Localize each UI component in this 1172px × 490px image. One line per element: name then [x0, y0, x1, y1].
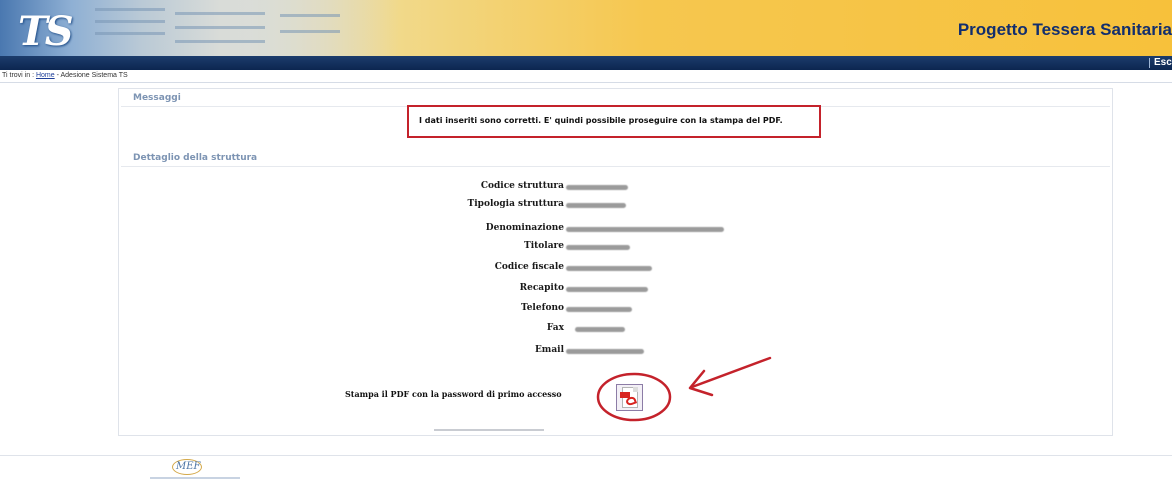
redacted-value [566, 185, 628, 190]
detail-row-recapito: Recapito [119, 283, 1114, 297]
message-box: I dati inseriti sono corretti. E' quindi… [407, 105, 821, 138]
detail-label: Telefono [521, 303, 564, 313]
detail-label: Codice struttura [480, 181, 564, 191]
print-pdf-label: Stampa il PDF con la password di primo a… [345, 389, 562, 399]
mef-logo-subline [150, 477, 240, 479]
detail-label: Email [534, 345, 564, 355]
detail-row-codice-struttura: Codice struttura [119, 181, 1114, 195]
detail-label: Denominazione [485, 223, 564, 233]
app-header: TS Progetto Tessera Sanitaria [0, 0, 1172, 56]
breadcrumb: Ti trovi in : Home - Adesione Sistema TS [2, 72, 128, 79]
pdf-icon [620, 387, 638, 408]
redacted-value [566, 266, 652, 271]
detail-label: Tipologia struttura [467, 199, 564, 209]
footer-divider [0, 455, 1172, 456]
redacted-value [566, 307, 632, 312]
detail-label: Fax [546, 323, 564, 333]
ts-logo: TS [18, 8, 74, 55]
breadcrumb-home-link[interactable]: Home [36, 72, 55, 79]
detail-label: Codice fiscale [494, 262, 564, 272]
detail-row-tipologia-struttura: Tipologia struttura [119, 199, 1114, 213]
exit-link[interactable]: Esci [1154, 56, 1172, 70]
breadcrumb-divider [0, 82, 1172, 83]
messages-section-title: Messaggi [133, 93, 181, 103]
mef-logo: MEF [150, 459, 240, 487]
detail-row-titolare: Titolare [119, 241, 1114, 255]
detail-label: Titolare [524, 241, 564, 251]
detail-row-denominazione: Denominazione [119, 223, 1114, 237]
detail-label: Recapito [519, 283, 564, 293]
detail-row-telefono: Telefono [119, 303, 1114, 317]
redacted-value [566, 287, 648, 292]
main-panel: Messaggi I dati inseriti sono corretti. … [118, 88, 1113, 436]
app-title: Progetto Tessera Sanitaria [957, 20, 1172, 39]
panel-bottom-mark [434, 429, 544, 431]
redacted-value [566, 227, 724, 232]
redacted-value [566, 349, 644, 354]
redacted-value [575, 327, 625, 332]
nav-separator [1149, 58, 1150, 68]
breadcrumb-current: Adesione Sistema TS [60, 72, 128, 79]
mef-logo-text: MEF [176, 461, 201, 472]
redacted-value [566, 245, 630, 250]
details-section-rule [121, 166, 1110, 167]
details-section-title: Dettaglio della struttura [133, 153, 258, 163]
detail-row-email: Email [119, 345, 1114, 359]
detail-row-codice-fiscale: Codice fiscale [119, 262, 1114, 276]
redacted-value [566, 203, 626, 208]
detail-row-fax: Fax [119, 323, 1114, 337]
breadcrumb-prefix: Ti trovi in : [2, 72, 36, 79]
print-pdf-button[interactable] [616, 384, 643, 411]
message-text: I dati inseriti sono corretti. E' quindi… [419, 116, 783, 125]
top-navbar: Esci [0, 56, 1172, 70]
